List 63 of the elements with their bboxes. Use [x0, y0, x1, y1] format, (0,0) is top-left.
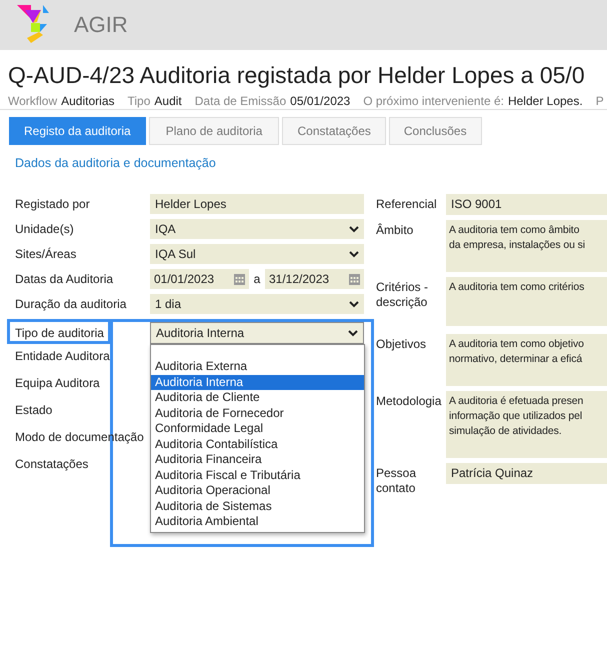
- chevron-icon: [349, 300, 359, 308]
- dropdown-option[interactable]: Auditoria Operacional: [151, 483, 364, 498]
- select-field[interactable]: 1 dia: [150, 294, 364, 314]
- select-field[interactable]: IQA Sul: [150, 244, 364, 264]
- dropdown-option[interactable]: Auditoria Financeira: [151, 452, 364, 468]
- field-label: Equipa Auditora: [14, 376, 101, 390]
- field-label: Registado por: [14, 197, 91, 211]
- text-area[interactable]: A auditoria é efetuada presen informação que utilizados pel simulação de atividades.: [446, 391, 607, 458]
- field-label: Duração da auditoria: [14, 297, 128, 311]
- field-label: Metodologia: [376, 393, 442, 409]
- dropdown-option[interactable]: Auditoria Externa: [151, 359, 364, 374]
- text-area[interactable]: A auditoria tem como âmbito da empresa, instalações ou si: [446, 220, 607, 272]
- dropdown-option[interactable]: Auditoria de Cliente: [151, 390, 364, 406]
- select-field[interactable]: IQA: [150, 219, 364, 239]
- field-label: Estado: [14, 403, 54, 417]
- date-field[interactable]: 31/12/2023: [265, 269, 364, 289]
- dropdown-option[interactable]: Auditoria Interna: [151, 374, 364, 390]
- field-label: Entidade Auditora: [14, 349, 111, 363]
- date-separator: a: [252, 272, 262, 286]
- field-label: Objetivos: [376, 336, 428, 352]
- tab[interactable]: Registo da auditoria: [9, 117, 146, 145]
- meta-value: Audit: [154, 94, 182, 108]
- field-label: Pessoa contato: [376, 465, 418, 496]
- meta-value: 05/01/2023: [290, 94, 350, 108]
- calendar-icon: [234, 274, 245, 284]
- text-area[interactable]: A auditoria tem como objetivo normativo, determinar a eficá: [446, 334, 607, 386]
- chevron-icon: [349, 250, 359, 258]
- chevron-icon: [348, 330, 358, 336]
- dropdown-option[interactable]: Auditoria Fiscal e Tributária: [151, 468, 364, 483]
- field-label: Critérios - descrição: [376, 279, 430, 310]
- text-field[interactable]: ISO 9001: [446, 194, 607, 215]
- tab[interactable]: Conclusões: [388, 117, 482, 145]
- meta-label: O próximo interveniente é:: [363, 94, 504, 108]
- meta-label: P: [596, 94, 604, 108]
- meta-label: Data de Emissão: [194, 94, 286, 108]
- field-label: Âmbito: [376, 222, 414, 238]
- date-field[interactable]: 01/01/2023: [150, 269, 249, 289]
- app-name: AGIR: [74, 12, 128, 38]
- field-label: Sites/Áreas: [14, 247, 78, 261]
- field-label: Unidade(s): [14, 222, 75, 236]
- dropdown-option[interactable]: Auditoria de Fornecedor: [151, 406, 364, 421]
- text-area[interactable]: A auditoria tem como critérios: [446, 277, 607, 326]
- tab[interactable]: Plano de auditoria: [148, 117, 280, 145]
- record-title: Q-AUD-4/23 Auditoria registada por Helder Lopes a 05/0: [8, 61, 586, 90]
- text-field[interactable]: Patrícia Quinaz: [446, 463, 607, 484]
- select-field[interactable]: Auditoria Interna: [150, 322, 364, 344]
- dropdown-option[interactable]: Auditoria Ambiental: [151, 514, 364, 530]
- dropdown-option[interactable]: Conformidade Legal: [151, 421, 364, 436]
- meta-label: Tipo: [128, 94, 150, 108]
- text-field[interactable]: Helder Lopes: [150, 194, 364, 214]
- meta-label: Workflow: [8, 94, 58, 108]
- tab[interactable]: Constatações: [282, 117, 386, 145]
- field-label: Datas da Auditoria: [14, 272, 114, 286]
- chevron-icon: [349, 226, 359, 232]
- calendar-icon: [349, 274, 360, 284]
- meta-value: Auditorias: [61, 94, 114, 108]
- dropdown-option[interactable]: Auditoria Contabilística: [151, 436, 364, 452]
- section-link[interactable]: Dados da auditoria e documentação: [0, 145, 607, 176]
- field-label: Referencial: [376, 196, 438, 212]
- field-label: Tipo de auditoria: [14, 326, 105, 340]
- meta-value: Helder Lopes.: [508, 94, 583, 108]
- dropdown-option[interactable]: Auditoria de Sistemas: [151, 498, 364, 514]
- field-label: Constatações: [14, 457, 90, 471]
